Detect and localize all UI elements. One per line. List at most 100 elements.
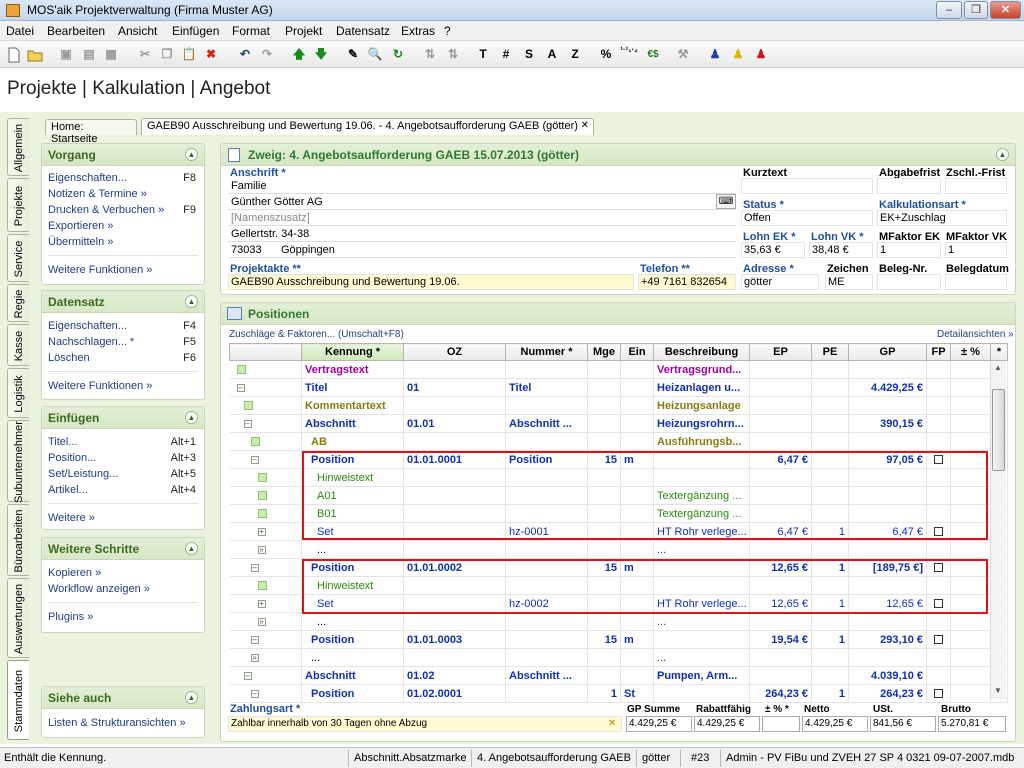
fp-cell[interactable]: [926, 414, 951, 433]
table-row[interactable]: »......: [229, 648, 1008, 667]
mge-cell[interactable]: 1: [587, 684, 621, 703]
ep-cell[interactable]: [749, 648, 812, 667]
column-header-pe[interactable]: PE: [811, 343, 849, 361]
column-header-fp[interactable]: FP: [926, 343, 951, 361]
mge-cell[interactable]: [587, 540, 621, 559]
einfuegen-weitere[interactable]: Weitere »: [48, 512, 95, 524]
column-header-beschreibung[interactable]: Beschreibung: [653, 343, 750, 361]
collapse-icon[interactable]: –: [250, 635, 259, 644]
tree-cell[interactable]: –: [229, 378, 302, 397]
tree-cell[interactable]: [229, 396, 302, 415]
anschrift-line2[interactable]: Günther Götter AG: [228, 194, 714, 210]
toolbar-percent-button[interactable]: %: [596, 45, 616, 64]
oz-cell[interactable]: [403, 432, 506, 451]
nummer-cell[interactable]: [505, 360, 588, 379]
edit-pencil-icon[interactable]: ✎: [343, 45, 363, 64]
pe-cell[interactable]: [811, 378, 849, 397]
collapse-icon[interactable]: ▲: [185, 148, 198, 161]
kennung-cell[interactable]: ...: [301, 648, 404, 667]
gp-cell[interactable]: [848, 396, 927, 415]
vorgang-uebermitteln[interactable]: Übermitteln »: [48, 236, 113, 248]
clear-icon[interactable]: ✕: [608, 718, 616, 729]
undo-icon[interactable]: ↶: [235, 45, 255, 64]
gp-cell[interactable]: 293,10 €: [848, 630, 927, 649]
tree-cell[interactable]: –: [229, 630, 302, 649]
tree-cell[interactable]: –: [229, 558, 302, 577]
ein-cell[interactable]: [620, 378, 654, 397]
pct-cell[interactable]: [950, 360, 991, 379]
toolbar-currency-button[interactable]: €$: [643, 45, 663, 64]
ep-cell[interactable]: [749, 540, 812, 559]
kennung-cell[interactable]: Abschnitt: [301, 414, 404, 433]
fp-cell[interactable]: [926, 666, 951, 685]
refresh-icon[interactable]: ↻: [388, 45, 408, 64]
oz-cell[interactable]: [403, 648, 506, 667]
kennung-cell[interactable]: ...: [301, 612, 404, 631]
table-row[interactable]: –Position01.01.000315m19,54 €1293,10 €N: [229, 630, 1008, 649]
nummer-cell[interactable]: [505, 396, 588, 415]
tree-cell[interactable]: +: [229, 522, 302, 541]
oz-cell[interactable]: [403, 612, 506, 631]
table-row[interactable]: –Position01.02.00011St264,23 €1264,23 €N: [229, 684, 1008, 703]
anschrift-namenszusatz[interactable]: [Namenszusatz]: [228, 210, 736, 226]
toolbar-a-button[interactable]: A: [542, 45, 562, 64]
beleg-nr-field[interactable]: [877, 274, 941, 290]
nummer-cell[interactable]: [505, 630, 588, 649]
fp-cell[interactable]: [926, 378, 951, 397]
zschl-frist-field[interactable]: [945, 178, 1007, 194]
pe-cell[interactable]: [811, 360, 849, 379]
user-red-icon[interactable]: ♟: [751, 45, 771, 64]
gp-cell[interactable]: [848, 432, 927, 451]
zeichen-field[interactable]: ME: [825, 274, 873, 290]
datensatz-weitere-funktionen[interactable]: Weitere Funktionen »: [48, 380, 152, 392]
nummer-cell[interactable]: [505, 540, 588, 559]
collapse-icon[interactable]: –: [250, 689, 259, 698]
user-yellow-icon[interactable]: ♟: [728, 45, 748, 64]
gp-cell[interactable]: [848, 612, 927, 631]
kennung-cell[interactable]: Position: [301, 684, 404, 703]
beschreibung-cell[interactable]: Vertragsgrund...: [653, 360, 750, 379]
fp-cell[interactable]: [926, 612, 951, 631]
schritte-kopieren[interactable]: Kopieren »: [48, 567, 101, 579]
beschreibung-cell[interactable]: ...: [653, 540, 750, 559]
kennung-cell[interactable]: Titel: [301, 378, 404, 397]
tree-cell[interactable]: »: [229, 648, 302, 667]
new-document-icon[interactable]: [4, 45, 24, 64]
beschreibung-cell[interactable]: Heizungsrohrn...: [653, 414, 750, 433]
mge-cell[interactable]: [587, 612, 621, 631]
maximize-button[interactable]: ❐: [964, 1, 988, 19]
collapse-icon[interactable]: ▲: [185, 295, 198, 308]
kennung-cell[interactable]: AB: [301, 432, 404, 451]
pct-cell[interactable]: [950, 378, 991, 397]
sort-az-icon[interactable]: ⇅: [420, 45, 440, 64]
vtab-stammdaten[interactable]: Stammdaten: [7, 660, 29, 740]
move-down-icon[interactable]: 🡇: [311, 45, 331, 64]
tree-cell[interactable]: –: [229, 450, 302, 469]
column-header-star[interactable]: *: [990, 343, 1008, 361]
anschrift-ort[interactable]: Göppingen: [278, 242, 736, 258]
ep-cell[interactable]: 264,23 €: [749, 684, 812, 703]
toolbar-s-button[interactable]: S: [519, 45, 539, 64]
zuschlaege-link[interactable]: Zuschläge & Faktoren... (Umschalt+F8): [229, 329, 404, 340]
sort-za-icon[interactable]: ⇅: [443, 45, 463, 64]
ep-cell[interactable]: [749, 378, 812, 397]
pct-cell[interactable]: [950, 684, 991, 703]
tree-cell[interactable]: +: [229, 594, 302, 613]
beschreibung-cell[interactable]: ...: [653, 612, 750, 631]
node-icon[interactable]: [243, 401, 253, 411]
paste-icon[interactable]: 📋: [179, 45, 199, 64]
tree-cell[interactable]: [229, 576, 302, 595]
nummer-cell[interactable]: [505, 648, 588, 667]
pe-cell[interactable]: 1: [811, 684, 849, 703]
oz-cell[interactable]: 01: [403, 378, 506, 397]
gp-cell[interactable]: [848, 540, 927, 559]
nummer-cell[interactable]: Titel: [505, 378, 588, 397]
node-icon[interactable]: [257, 509, 267, 519]
gp-cell[interactable]: [848, 360, 927, 379]
einfuegen-titel[interactable]: Titel...: [48, 436, 78, 448]
pct-cell[interactable]: [950, 540, 991, 559]
tab-gaeb90[interactable]: GAEB90 Ausschreibung und Bewertung 19.06…: [141, 118, 594, 135]
ein-cell[interactable]: [620, 360, 654, 379]
pct-cell[interactable]: [950, 414, 991, 433]
collapse-icon[interactable]: –: [250, 563, 259, 572]
